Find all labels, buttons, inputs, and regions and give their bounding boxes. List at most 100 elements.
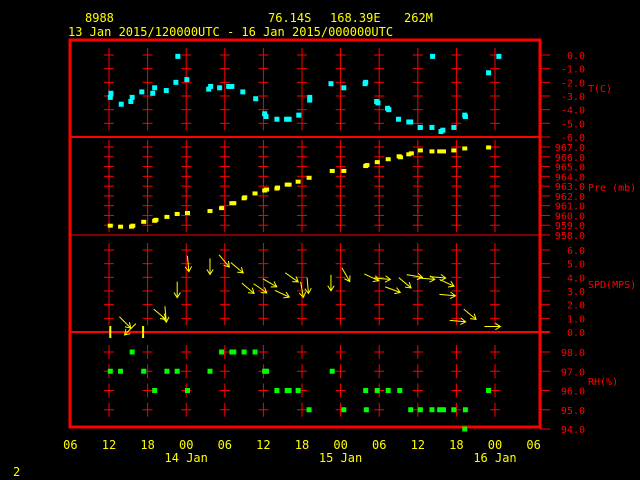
wind-arrow <box>385 286 402 295</box>
pressure-point <box>451 148 457 153</box>
rh-point <box>408 407 414 413</box>
temperature-point <box>396 116 401 122</box>
temperature-point <box>152 85 158 91</box>
wind-arrow <box>119 316 132 329</box>
rh-point <box>429 407 435 413</box>
pressure-point <box>441 149 447 154</box>
temperature-point <box>139 89 145 95</box>
x-tick-label: 12 <box>256 438 270 452</box>
axis-tick-label: 2.0 <box>567 301 585 312</box>
temperature-point <box>496 53 502 59</box>
rh-point <box>286 388 292 393</box>
wind-arrow-shaft <box>418 277 435 280</box>
pressure-point <box>207 209 213 214</box>
panel-label-temperature: T(C) <box>588 84 612 95</box>
temperature-point <box>328 81 334 87</box>
wind-arrow <box>153 308 167 320</box>
wind-arrow <box>398 277 412 289</box>
pressure-point <box>364 163 370 168</box>
temperature-point <box>375 100 381 106</box>
rh-point <box>231 349 237 355</box>
wind-arrow <box>262 278 278 288</box>
rh-point <box>417 407 423 413</box>
wind-arrow <box>327 274 335 292</box>
temperature-point <box>462 114 468 119</box>
rh-point <box>152 388 158 393</box>
axis-tick-label: -3.0 <box>561 92 585 103</box>
pressure-point <box>164 214 170 219</box>
temperature-point <box>150 90 156 96</box>
pressure-point <box>242 195 248 200</box>
temperature-point <box>363 79 369 85</box>
rh-point <box>397 388 403 393</box>
temperature-point <box>451 124 457 130</box>
rh-point <box>385 388 391 393</box>
wind-arrow-shaft <box>374 277 391 280</box>
pressure-point <box>486 145 492 150</box>
temperature-point <box>184 77 190 83</box>
rh-point <box>441 407 447 413</box>
pressure-point <box>329 168 335 173</box>
pressure-point <box>118 224 124 229</box>
axis-tick-label: 6.0 <box>567 246 585 257</box>
pressure-point <box>341 168 347 173</box>
wind-arrow <box>439 278 455 288</box>
wind-arrow <box>284 272 300 283</box>
temperature-point <box>108 90 114 96</box>
axis-tick-label: 5.0 <box>567 260 585 271</box>
temperature-point <box>429 124 435 130</box>
temperature-point <box>307 94 313 100</box>
wind-arrow <box>173 281 181 299</box>
pressure-point <box>306 175 312 180</box>
axis-tick-label: -1.0 <box>561 65 585 76</box>
wind-arrow <box>298 281 307 299</box>
rh-point <box>374 388 380 393</box>
wind-arrow <box>241 282 255 295</box>
wind-arrow-shaft <box>164 306 167 323</box>
pressure-point <box>429 149 435 154</box>
wind-arrow-shaft <box>306 277 309 294</box>
x-date-label: 16 Jan <box>473 451 516 465</box>
panel-label-wind_speed: SPD(MPS) <box>588 280 636 291</box>
rh-point <box>141 368 147 374</box>
pressure-point <box>107 223 113 228</box>
wind-arrow <box>274 289 291 299</box>
wind-arrow-shaft <box>186 255 190 272</box>
pressure-point <box>252 191 258 196</box>
axis-tick-label: 98.0 <box>561 348 585 359</box>
pressure-point <box>141 219 147 224</box>
pressure-point <box>275 185 281 190</box>
temperature-point <box>163 88 169 94</box>
pressure-point <box>417 148 423 153</box>
pressure-point <box>174 211 180 216</box>
axis-tick-label: 95.0 <box>561 406 585 417</box>
axis-tick-label: 4.0 <box>567 273 585 284</box>
wind-arrow <box>218 254 230 268</box>
meteogram-chart: 0.0-1.0-2.0-3.0-4.0-5.0-6.0T(C)967.0966.… <box>63 38 636 465</box>
axis-tick-label: -4.0 <box>561 106 585 117</box>
temperature-point <box>173 79 179 85</box>
temperature-point <box>341 85 347 91</box>
rh-point <box>274 388 280 393</box>
wind-arrow <box>484 322 502 331</box>
wind-arrow <box>162 306 170 324</box>
wind-arrow <box>406 272 424 281</box>
x-tick-label: 12 <box>411 438 425 452</box>
axis-tick-label: 3.0 <box>567 287 585 298</box>
pressure-point <box>219 206 225 211</box>
temperature-point <box>253 96 259 102</box>
rh-point <box>341 407 347 413</box>
x-date-label: 14 Jan <box>165 451 208 465</box>
rh-point <box>462 426 468 432</box>
axis-tick-label: 94.0 <box>561 425 585 436</box>
pressure-point <box>184 210 190 215</box>
rh-point <box>164 368 170 374</box>
temperature-point <box>263 114 269 119</box>
rh-point <box>207 368 213 374</box>
wind-arrow-shaft <box>449 319 466 323</box>
temperature-point <box>118 101 124 107</box>
temperature-point <box>296 112 302 118</box>
axis-tick-label: -2.0 <box>561 78 585 89</box>
pressure-point <box>231 201 237 206</box>
temperature-point <box>175 53 181 59</box>
